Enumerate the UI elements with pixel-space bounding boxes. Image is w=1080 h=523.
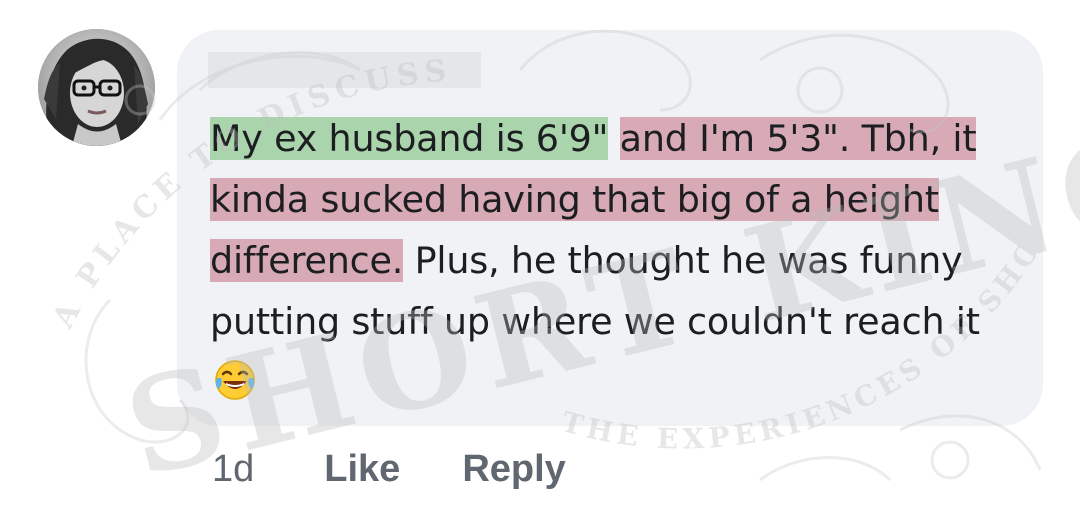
comment-timestamp[interactable]: 1d <box>212 448 254 491</box>
like-button[interactable]: Like <box>324 448 400 491</box>
comment-text-segment-highlighted-green: My ex husband is 6'9" <box>210 117 609 160</box>
comment-text-segment-space <box>608 117 619 160</box>
facebook-comment-screenshot: My ex husband is 6'9" and I'm 5'3". Tbh,… <box>0 0 1080 523</box>
avatar[interactable] <box>38 29 155 146</box>
profile-photo-icon <box>38 29 155 146</box>
comment-actions: 1d Like Reply <box>212 448 566 491</box>
reply-button[interactable]: Reply <box>462 448 565 491</box>
comment-body: My ex husband is 6'9" and I'm 5'3". Tbh,… <box>210 108 990 419</box>
author-name-redacted[interactable] <box>208 52 481 88</box>
face-with-tears-of-joy-icon <box>214 358 256 419</box>
